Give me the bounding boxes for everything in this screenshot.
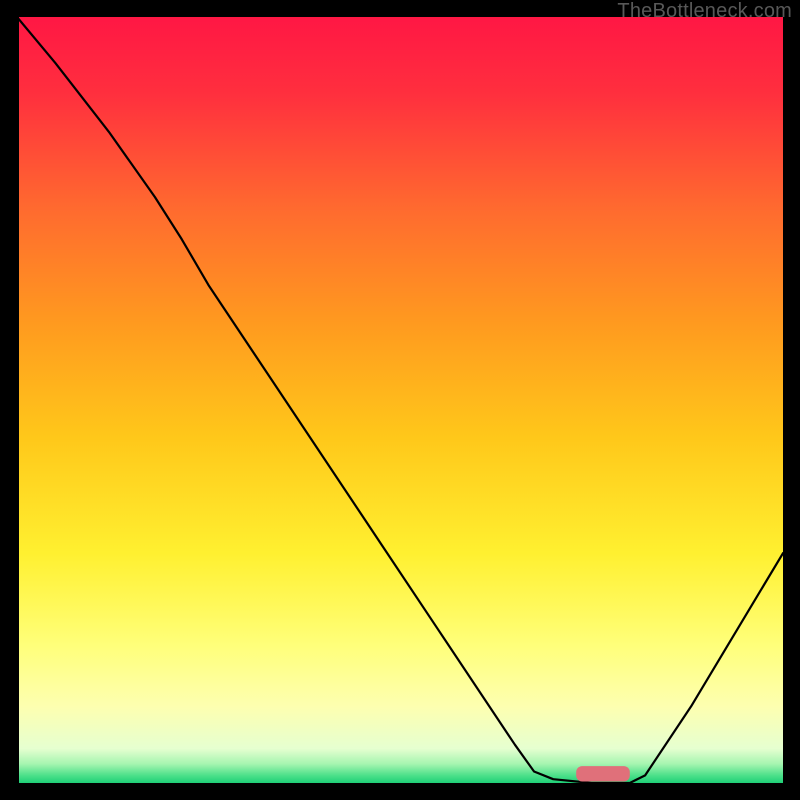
x-axis: [17, 783, 783, 785]
bottleneck-chart: [17, 17, 783, 783]
optimum-marker: [576, 766, 630, 781]
y-axis: [17, 17, 19, 785]
watermark: TheBottleneck.com: [617, 0, 792, 23]
chart-background: [17, 17, 783, 783]
